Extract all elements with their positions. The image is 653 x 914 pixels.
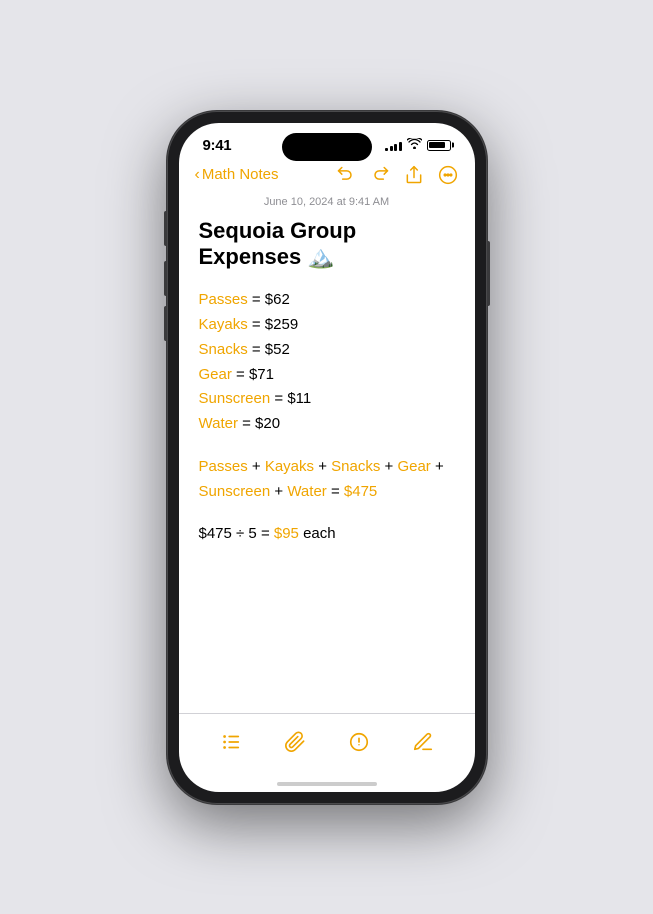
signal-bar-3 <box>394 144 397 151</box>
status-bar: 9:41 <box>179 123 475 160</box>
wifi-icon <box>407 138 422 152</box>
snacks-label: Snacks <box>199 341 248 358</box>
signal-bar-1 <box>385 148 388 151</box>
nav-actions <box>335 164 459 186</box>
equation-result: $475 <box>344 483 377 500</box>
signal-bars-icon <box>385 140 402 151</box>
share-button[interactable] <box>403 164 425 186</box>
battery-icon <box>427 140 451 151</box>
note-calc: $475 ÷ 5 = $95 each <box>199 522 455 547</box>
dynamic-island <box>282 133 372 161</box>
undo-button[interactable] <box>335 164 357 186</box>
calc-text: $475 ÷ 5 = <box>199 525 274 542</box>
snacks-value: = $52 <box>252 341 290 358</box>
bottom-toolbar <box>179 713 475 768</box>
screen: 9:41 <box>179 123 475 792</box>
more-icon <box>438 165 458 185</box>
note-content[interactable]: June 10, 2024 at 9:41 AM Sequoia Group E… <box>179 192 475 713</box>
note-timestamp: June 10, 2024 at 9:41 AM <box>199 196 455 208</box>
note-line-kayaks: Kayaks = $259 <box>199 313 455 338</box>
gear-label: Gear <box>199 366 232 383</box>
gear-value: = $71 <box>236 366 274 383</box>
water-label: Water <box>199 415 238 432</box>
note-line-water: Water = $20 <box>199 412 455 437</box>
equation-line1: Passes + Kayaks + Snacks + Gear + <box>199 455 455 480</box>
phone-frame: 9:41 <box>167 111 487 804</box>
share-icon <box>404 165 424 185</box>
status-icons <box>385 138 451 152</box>
note-items: Passes = $62 Kayaks = $259 Snacks = $52 … <box>199 288 455 437</box>
note-equation: Passes + Kayaks + Snacks + Gear + Sunscr… <box>199 455 455 505</box>
kayaks-value: = $259 <box>252 316 298 333</box>
checklist-icon <box>220 731 242 753</box>
note-line-passes: Passes = $62 <box>199 288 455 313</box>
passes-value: = $62 <box>252 291 290 308</box>
calc-suffix: each <box>303 525 336 542</box>
back-button[interactable]: ‹ Math Notes <box>195 166 279 184</box>
equation-line2: Sunscreen + Water = $475 <box>199 480 455 505</box>
attachment-icon <box>284 731 306 753</box>
checklist-button[interactable] <box>213 724 249 760</box>
redo-button[interactable] <box>369 164 391 186</box>
signal-bar-2 <box>390 146 393 151</box>
status-time: 9:41 <box>203 137 232 154</box>
attachment-button[interactable] <box>277 724 313 760</box>
sunscreen-value: = $11 <box>274 390 311 407</box>
back-label: Math Notes <box>202 166 279 183</box>
note-line-sunscreen: Sunscreen = $11 <box>199 387 455 412</box>
nav-bar: ‹ Math Notes <box>179 160 475 192</box>
more-button[interactable] <box>437 164 459 186</box>
sunscreen-label: Sunscreen <box>199 390 271 407</box>
markup-button[interactable] <box>341 724 377 760</box>
water-value: = $20 <box>242 415 280 432</box>
battery-fill <box>429 142 445 148</box>
note-title: Sequoia Group Expenses 🏔️ <box>199 218 455 271</box>
redo-icon <box>370 165 390 185</box>
signal-bar-4 <box>399 142 402 151</box>
note-line-gear: Gear = $71 <box>199 363 455 388</box>
compose-icon <box>412 731 434 753</box>
note-line-snacks: Snacks = $52 <box>199 338 455 363</box>
calc-result: $95 <box>274 525 299 542</box>
passes-label: Passes <box>199 291 248 308</box>
undo-icon <box>336 165 356 185</box>
home-bar <box>277 782 377 786</box>
markup-icon <box>348 731 370 753</box>
home-indicator <box>179 768 475 792</box>
kayaks-label: Kayaks <box>199 316 248 333</box>
back-chevron-icon: ‹ <box>195 166 200 184</box>
compose-button[interactable] <box>405 724 441 760</box>
